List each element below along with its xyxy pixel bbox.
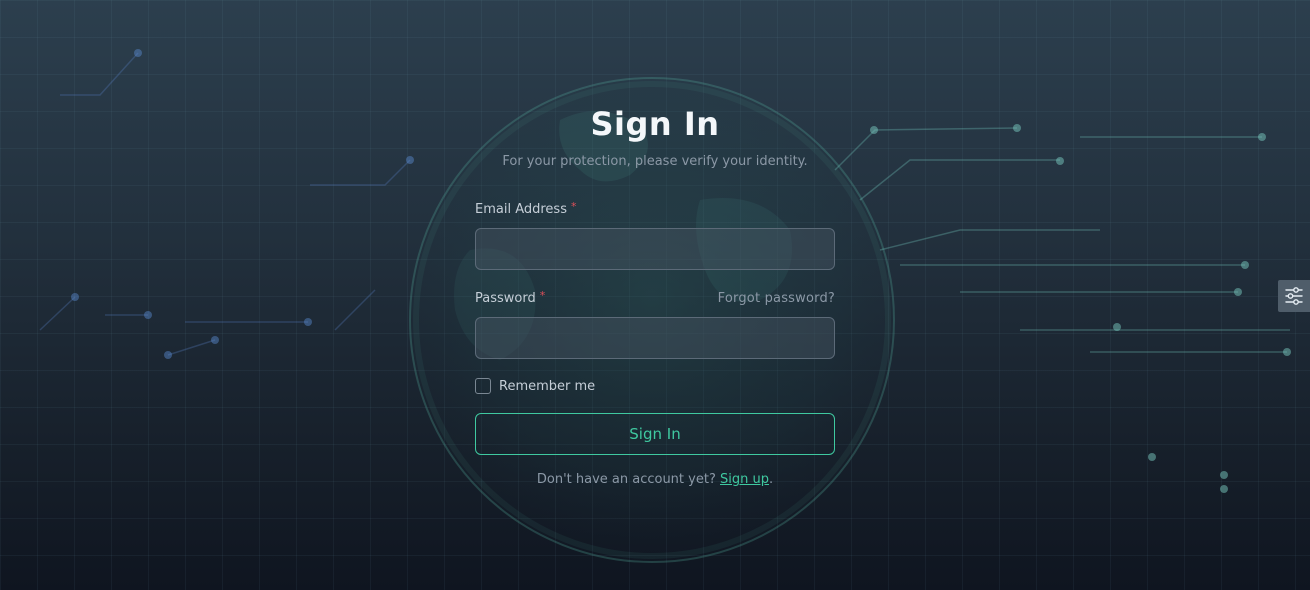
signup-prompt: Don't have an account yet? Sign up. [475,472,835,487]
signup-trailing: . [768,472,774,487]
password-label-text: Password [475,290,536,306]
remember-me-row: Remember me [475,377,835,395]
password-label: Password * [475,288,546,306]
password-group: Password * Forgot password? [475,289,835,359]
email-group: Email Address * [475,200,835,270]
password-label-row: Password * Forgot password? [475,289,835,307]
email-label: Email Address * [475,199,577,217]
sign-in-form: Sign In For your protection, please veri… [475,100,835,487]
signup-prompt-text: Don't have an account yet? [536,472,716,487]
forgot-password-link[interactable]: Forgot password? [718,291,835,306]
password-required-mark: * [539,288,546,302]
password-field[interactable] [475,317,835,359]
signup-link[interactable]: Sign up [720,472,769,487]
sign-in-button[interactable]: Sign In [475,413,835,455]
email-label-text: Email Address [475,201,567,217]
remember-me-label[interactable]: Remember me [499,379,595,394]
email-field[interactable] [475,228,835,270]
sliders-icon [1285,287,1303,305]
remember-me-checkbox[interactable] [475,378,491,394]
email-label-row: Email Address * [475,200,835,218]
page-subtitle: For your protection, please verify your … [502,154,808,169]
email-required-mark: * [570,199,577,213]
page-title: Sign In [590,105,720,143]
settings-panel-toggle[interactable] [1278,280,1310,312]
